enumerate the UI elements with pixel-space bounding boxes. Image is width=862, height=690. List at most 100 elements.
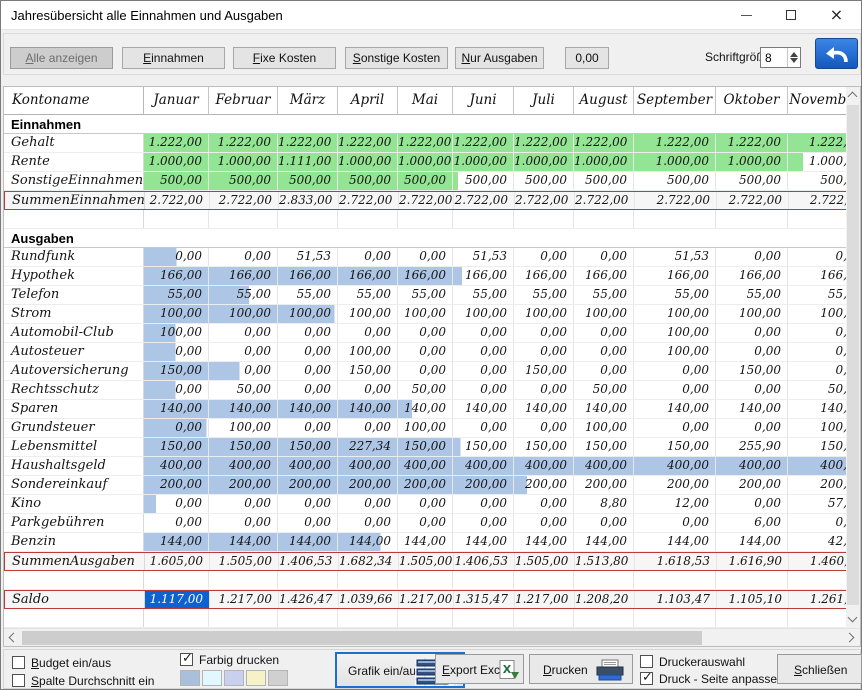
alle-anzeigen-button[interactable]: Alle anzeigen	[10, 47, 113, 69]
value-cell[interactable]: 0,00	[514, 514, 574, 532]
horizontal-scrollbar[interactable]	[4, 628, 860, 646]
value-cell[interactable]: 1.105,10	[717, 591, 789, 608]
selected-cell[interactable]: 1.117,00	[145, 591, 210, 608]
value-cell[interactable]: 2.722,00	[339, 192, 399, 209]
value-cell[interactable]: 0,00	[716, 419, 788, 437]
value-cell[interactable]: 140,00	[634, 400, 716, 418]
value-cell[interactable]: 166,00	[514, 267, 574, 285]
value-cell[interactable]: 1.682,34	[339, 553, 399, 570]
value-cell[interactable]: 144,00	[338, 533, 398, 551]
value-cell[interactable]: 400,00	[634, 457, 716, 475]
vertical-scrollbar[interactable]	[846, 87, 860, 628]
value-cell[interactable]: 51,53	[278, 248, 338, 266]
value-cell[interactable]: 0,00	[398, 514, 453, 532]
value-cell[interactable]: 1.406,53	[454, 553, 515, 570]
value-cell[interactable]: 55,	[788, 286, 846, 304]
value-cell[interactable]: 1.315,47	[454, 591, 515, 608]
einnahmen-button[interactable]: Einnahmen	[122, 47, 225, 69]
value-cell[interactable]: 1.000,	[788, 153, 846, 171]
value-cell[interactable]: 150,00	[144, 438, 209, 456]
value-cell[interactable]: 150,	[788, 438, 846, 456]
value-cell[interactable]: 0,00	[209, 514, 278, 532]
value-cell[interactable]: 100,00	[716, 305, 788, 323]
value-cell[interactable]: 140,00	[278, 400, 338, 418]
undo-button[interactable]	[815, 38, 858, 69]
value-cell[interactable]: 200,00	[514, 476, 574, 494]
value-cell[interactable]: 200,00	[144, 476, 209, 494]
value-cell[interactable]: 0,00	[574, 343, 634, 361]
value-cell[interactable]: 1.000,00	[144, 153, 209, 171]
value-cell[interactable]: 1.618,53	[635, 553, 717, 570]
value-cell[interactable]: 2.722,00	[399, 192, 454, 209]
value-cell[interactable]: 100,00	[453, 305, 514, 323]
value-cell[interactable]: 0,00	[209, 495, 278, 513]
value-cell[interactable]: 2.722,00	[210, 192, 279, 209]
value-cell[interactable]: 0,	[788, 343, 846, 361]
value-cell[interactable]: 140,00	[144, 400, 209, 418]
value-cell[interactable]: 0,00	[634, 381, 716, 399]
value-cell[interactable]: 144,00	[278, 533, 338, 551]
value-cell[interactable]: 1.505,00	[399, 553, 454, 570]
value-cell[interactable]: 50,00	[209, 381, 278, 399]
value-cell[interactable]: 50,00	[398, 381, 453, 399]
value-cell[interactable]: 400,00	[209, 457, 278, 475]
value-cell[interactable]: 400,00	[278, 457, 338, 475]
value-cell[interactable]: 166,00	[144, 267, 209, 285]
value-cell[interactable]: 0,00	[453, 381, 514, 399]
value-cell[interactable]: 166,00	[338, 267, 398, 285]
value-cell[interactable]: 144,00	[453, 533, 514, 551]
value-cell[interactable]: 400,00	[574, 457, 634, 475]
value-cell[interactable]: 150,00	[209, 438, 278, 456]
color-swatch-5[interactable]	[268, 670, 288, 686]
value-cell[interactable]: 0,00	[278, 381, 338, 399]
value-cell[interactable]: 100,00	[209, 305, 278, 323]
value-cell[interactable]: 100,00	[634, 343, 716, 361]
value-cell[interactable]: 1.513,80	[575, 553, 635, 570]
value-cell[interactable]: 500,00	[144, 172, 209, 190]
value-cell[interactable]: 1.605,00	[145, 553, 210, 570]
value-cell[interactable]: 150,00	[574, 438, 634, 456]
row-name[interactable]: Hypothek	[4, 267, 144, 285]
value-cell[interactable]: 140,00	[574, 400, 634, 418]
color-swatch-3[interactable]	[224, 670, 244, 686]
scroll-left-button[interactable]	[4, 629, 21, 646]
value-cell[interactable]: 1.222,00	[574, 134, 634, 152]
value-cell[interactable]: 0,00	[398, 248, 453, 266]
value-cell[interactable]: 166,00	[453, 267, 514, 285]
value-cell[interactable]: 12,00	[634, 495, 716, 513]
value-cell[interactable]: 2.833,00	[279, 192, 339, 209]
value-cell[interactable]: 0,00	[398, 362, 453, 380]
value-cell[interactable]: 400,00	[144, 457, 209, 475]
value-cell[interactable]: 1.039,66	[339, 591, 399, 608]
row-name[interactable]: Sparen	[4, 400, 144, 418]
value-cell[interactable]: 255,90	[716, 438, 788, 456]
value-cell[interactable]: 0,00	[209, 343, 278, 361]
row-name[interactable]: SummenAusgaben	[5, 553, 145, 570]
value-cell[interactable]: 500,00	[716, 172, 788, 190]
value-cell[interactable]: 144,00	[209, 533, 278, 551]
value-cell[interactable]: 55,00	[278, 286, 338, 304]
value-cell[interactable]: 0,00	[209, 248, 278, 266]
nur-ausgaben-button[interactable]: Nur Ausgaben	[455, 47, 544, 69]
value-cell[interactable]: 0,00	[338, 324, 398, 342]
value-cell[interactable]: 2.722,00	[575, 192, 635, 209]
row-name[interactable]: SonstigeEinnahmen	[4, 172, 144, 190]
value-cell[interactable]: 1.222,00	[514, 134, 574, 152]
value-cell[interactable]: 100,00	[338, 305, 398, 323]
value-cell[interactable]: 42,	[788, 533, 846, 551]
color-swatch-1[interactable]	[180, 670, 200, 686]
value-cell[interactable]: 150,00	[634, 438, 716, 456]
value-cell[interactable]: 0,00	[716, 248, 788, 266]
value-cell[interactable]: 1.406,53	[279, 553, 339, 570]
row-name[interactable]: Automobil-Club	[4, 324, 144, 342]
value-cell[interactable]: 100,00	[209, 419, 278, 437]
value-cell[interactable]: 200,00	[398, 476, 453, 494]
row-name[interactable]: Autoversicherung	[4, 362, 144, 380]
value-cell[interactable]: 140,00	[209, 400, 278, 418]
value-cell[interactable]: 200,00	[453, 476, 514, 494]
value-cell[interactable]: 166,00	[634, 267, 716, 285]
value-cell[interactable]: 0,00	[338, 419, 398, 437]
scroll-down-button[interactable]	[846, 611, 860, 628]
value-cell[interactable]: 0,00	[716, 324, 788, 342]
value-cell[interactable]: 0,00	[574, 324, 634, 342]
